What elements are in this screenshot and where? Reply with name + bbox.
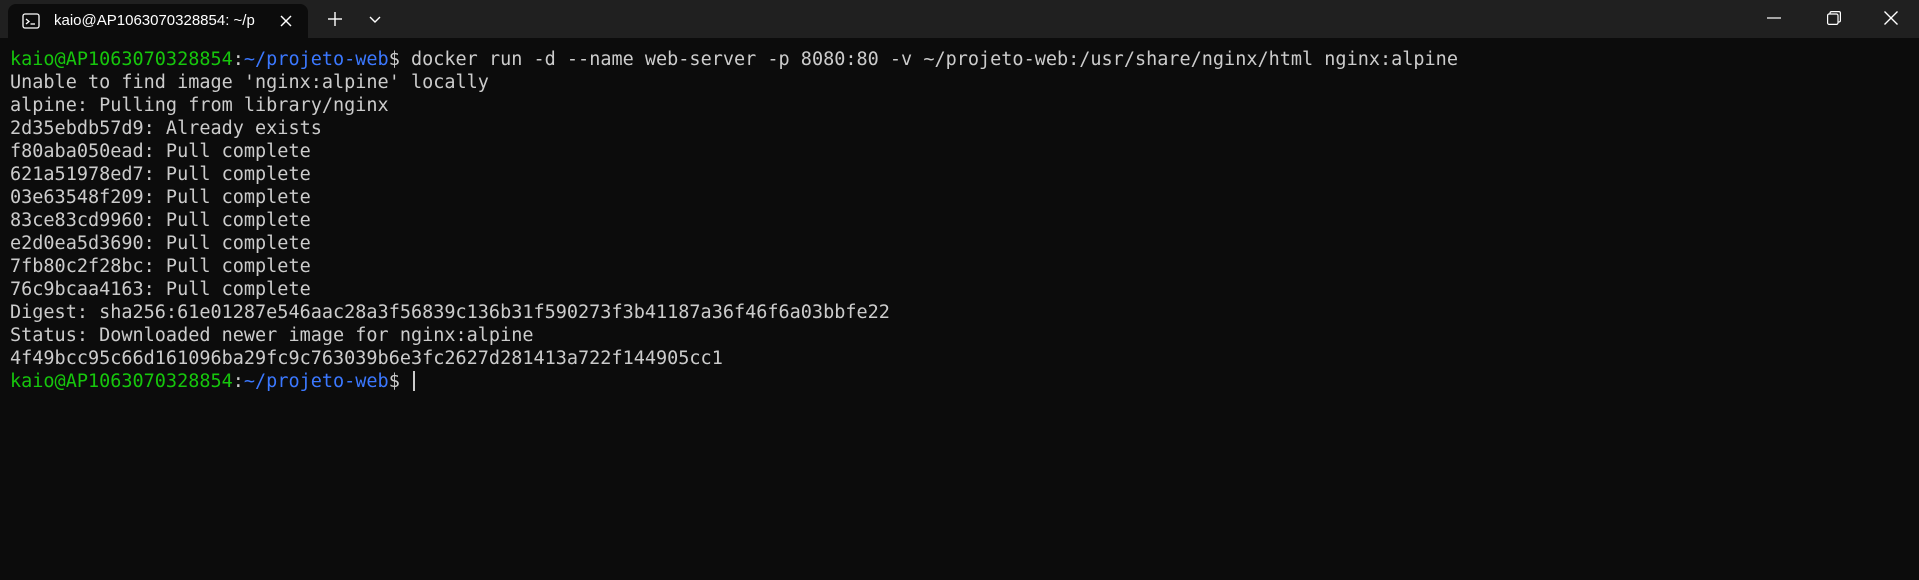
- prompt-user: kaio@AP1063070328854: [10, 49, 233, 70]
- output-line: 03e63548f209: Pull complete: [10, 187, 311, 208]
- output-line: Unable to find image 'nginx:alpine' loca…: [10, 72, 489, 93]
- output-line: Digest: sha256:61e01287e546aac28a3f56839…: [10, 302, 890, 323]
- output-line: 7fb80c2f28bc: Pull complete: [10, 256, 311, 277]
- terminal-icon: [22, 12, 40, 30]
- output-line: 4f49bcc95c66d161096ba29fc9c763039b6e3fc2…: [10, 348, 723, 369]
- command-text: docker run -d --name web-server -p 8080:…: [410, 49, 1458, 70]
- prompt-user: kaio@AP1063070328854: [10, 371, 233, 392]
- plus-icon[interactable]: [324, 8, 346, 30]
- output-line: f80aba050ead: Pull complete: [10, 141, 311, 162]
- prompt-path: ~/projeto-web: [243, 371, 389, 392]
- restore-icon: [1827, 11, 1841, 25]
- command-line: kaio@AP1063070328854:~/projeto-web$ dock…: [10, 48, 1910, 71]
- restore-button[interactable]: [1806, 0, 1862, 36]
- output-line: e2d0ea5d3690: Pull complete: [10, 233, 311, 254]
- output-line: alpine: Pulling from library/nginx: [10, 95, 389, 116]
- chevron-down-icon[interactable]: [364, 8, 386, 30]
- close-icon[interactable]: [276, 11, 296, 31]
- minimize-button[interactable]: [1746, 0, 1802, 36]
- terminal-window: kaio@AP1063070328854: ~/p kaio@AP1063070…: [0, 0, 1919, 580]
- title-bar: kaio@AP1063070328854: ~/p: [0, 0, 1919, 38]
- minimize-icon: [1767, 17, 1781, 19]
- prompt-separator: :: [232, 49, 244, 70]
- output-line: 621a51978ed7: Pull complete: [10, 164, 311, 185]
- terminal-output[interactable]: kaio@AP1063070328854:~/projeto-web$ dock…: [10, 48, 1910, 393]
- output-line: 83ce83cd9960: Pull complete: [10, 210, 311, 231]
- text-cursor: [412, 371, 415, 391]
- output-line: 2d35ebdb57d9: Already exists: [10, 118, 322, 139]
- output-line: 76c9bcaa4163: Pull complete: [10, 279, 311, 300]
- tab-title: kaio@AP1063070328854: ~/p: [54, 12, 255, 29]
- close-icon: [1884, 11, 1898, 25]
- prompt-symbol: $: [388, 49, 411, 70]
- prompt-path: ~/projeto-web: [243, 49, 389, 70]
- prompt-symbol: $: [388, 371, 411, 392]
- tab-terminal[interactable]: kaio@AP1063070328854: ~/p: [8, 4, 308, 38]
- close-window-button[interactable]: [1863, 0, 1919, 36]
- output-line: Status: Downloaded newer image for nginx…: [10, 325, 534, 346]
- current-prompt-line[interactable]: kaio@AP1063070328854:~/projeto-web$: [10, 370, 1910, 393]
- prompt-separator: :: [232, 371, 244, 392]
